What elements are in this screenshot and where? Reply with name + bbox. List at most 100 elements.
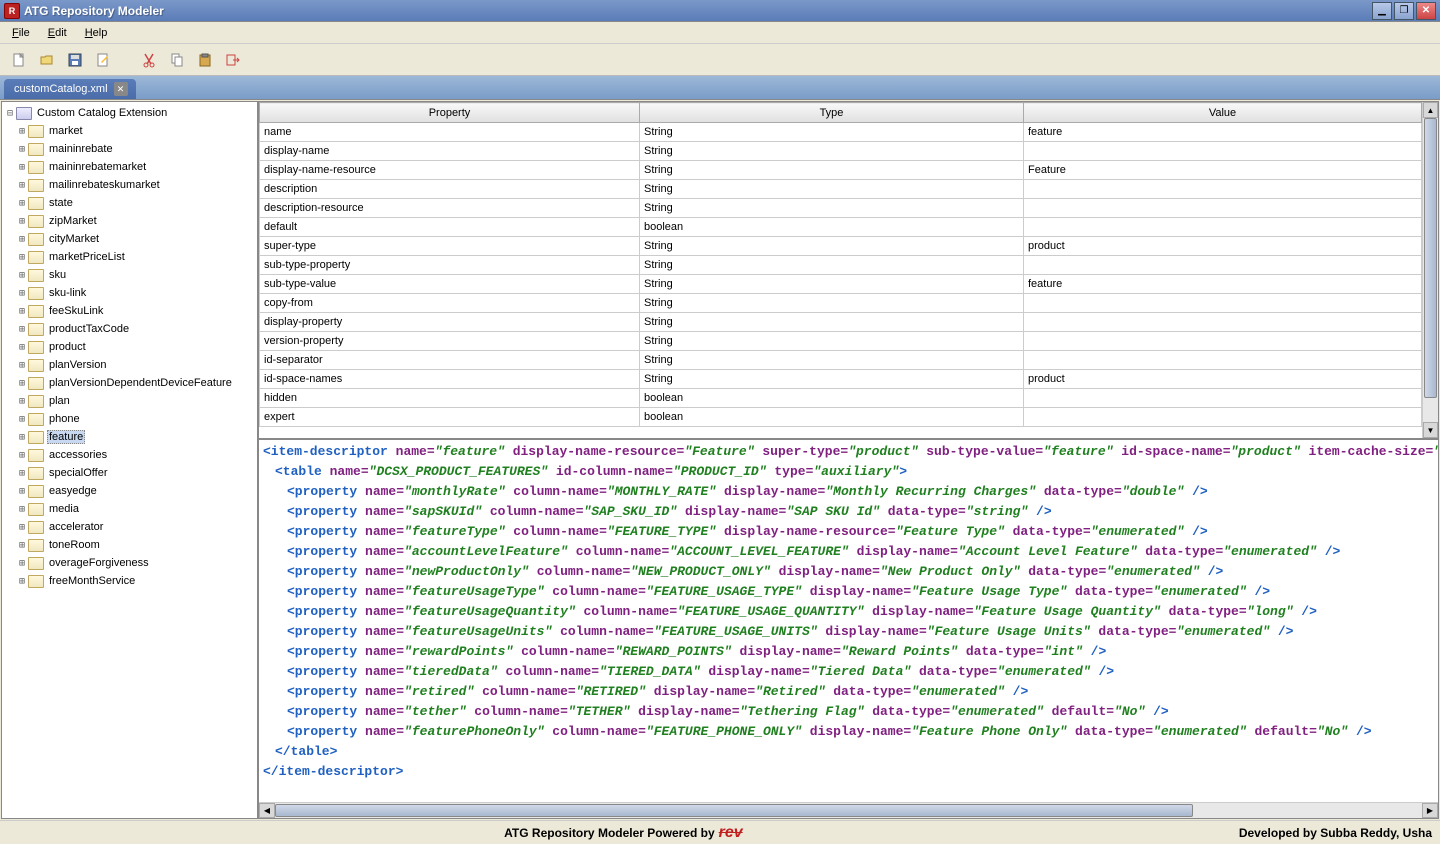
cell-property[interactable]: copy-from bbox=[260, 294, 640, 313]
cell-type[interactable]: String bbox=[640, 294, 1024, 313]
toggle-icon[interactable]: ⊞ bbox=[16, 270, 28, 281]
toggle-icon[interactable]: ⊞ bbox=[16, 180, 28, 191]
tree-item-planVersionDependentDeviceFeature[interactable]: ⊞planVersionDependentDeviceFeature bbox=[4, 374, 255, 392]
tree-item-sku-link[interactable]: ⊞sku-link bbox=[4, 284, 255, 302]
toggle-icon[interactable]: ⊞ bbox=[16, 252, 28, 263]
tree-item-zipMarket[interactable]: ⊞zipMarket bbox=[4, 212, 255, 230]
cell-property[interactable]: version-property bbox=[260, 332, 640, 351]
cell-property[interactable]: hidden bbox=[260, 389, 640, 408]
property-table[interactable]: Property Type Value nameStringfeaturedis… bbox=[259, 102, 1422, 427]
cell-value[interactable] bbox=[1024, 351, 1422, 370]
tree-item-mailinrebateskumarket[interactable]: ⊞mailinrebateskumarket bbox=[4, 176, 255, 194]
toggle-icon[interactable]: ⊞ bbox=[16, 342, 28, 353]
scroll-up-icon[interactable]: ▲ bbox=[1423, 102, 1438, 118]
toggle-icon[interactable]: ⊞ bbox=[16, 414, 28, 425]
cell-type[interactable]: String bbox=[640, 142, 1024, 161]
table-row[interactable]: id-separatorString bbox=[260, 351, 1422, 370]
table-row[interactable]: expertboolean bbox=[260, 408, 1422, 427]
table-row[interactable]: id-space-namesStringproduct bbox=[260, 370, 1422, 389]
cell-type[interactable]: String bbox=[640, 351, 1024, 370]
toggle-icon[interactable]: ⊞ bbox=[16, 216, 28, 227]
cell-type[interactable]: String bbox=[640, 161, 1024, 180]
cell-type[interactable]: String bbox=[640, 123, 1024, 142]
tree-item-maininrebate[interactable]: ⊞maininrebate bbox=[4, 140, 255, 158]
tree-item-cityMarket[interactable]: ⊞cityMarket bbox=[4, 230, 255, 248]
scroll-right-icon[interactable]: ▶ bbox=[1422, 803, 1438, 818]
cell-value[interactable] bbox=[1024, 408, 1422, 427]
col-type[interactable]: Type bbox=[640, 103, 1024, 123]
cell-property[interactable]: sub-type-property bbox=[260, 256, 640, 275]
cell-type[interactable]: boolean bbox=[640, 389, 1024, 408]
cell-property[interactable]: name bbox=[260, 123, 640, 142]
tree-item-overageForgiveness[interactable]: ⊞overageForgiveness bbox=[4, 554, 255, 572]
tree-item-marketPriceList[interactable]: ⊞marketPriceList bbox=[4, 248, 255, 266]
cut-icon[interactable] bbox=[138, 49, 160, 71]
table-row[interactable]: nameStringfeature bbox=[260, 123, 1422, 142]
table-row[interactable]: super-typeStringproduct bbox=[260, 237, 1422, 256]
toggle-icon[interactable]: ⊞ bbox=[16, 288, 28, 299]
tree-item-media[interactable]: ⊞media bbox=[4, 500, 255, 518]
tree-item-planVersion[interactable]: ⊞planVersion bbox=[4, 356, 255, 374]
open-icon[interactable] bbox=[36, 49, 58, 71]
toggle-icon[interactable]: ⊞ bbox=[16, 144, 28, 155]
toggle-icon[interactable]: ⊟ bbox=[4, 108, 16, 119]
table-row[interactable]: description-resourceString bbox=[260, 199, 1422, 218]
scroll-thumb[interactable] bbox=[275, 804, 1193, 817]
toggle-icon[interactable]: ⊞ bbox=[16, 576, 28, 587]
toggle-icon[interactable]: ⊞ bbox=[16, 198, 28, 209]
toggle-icon[interactable]: ⊞ bbox=[16, 126, 28, 137]
tree-item-productTaxCode[interactable]: ⊞productTaxCode bbox=[4, 320, 255, 338]
cell-type[interactable]: String bbox=[640, 275, 1024, 294]
tree-panel[interactable]: ⊟Custom Catalog Extension⊞market⊞maininr… bbox=[2, 102, 259, 818]
tree-item-easyedge[interactable]: ⊞easyedge bbox=[4, 482, 255, 500]
copy-icon[interactable] bbox=[166, 49, 188, 71]
tree-item-sku[interactable]: ⊞sku bbox=[4, 266, 255, 284]
col-property[interactable]: Property bbox=[260, 103, 640, 123]
tree-item-freeMonthService[interactable]: ⊞freeMonthService bbox=[4, 572, 255, 590]
paste-icon[interactable] bbox=[194, 49, 216, 71]
table-row[interactable]: version-propertyString bbox=[260, 332, 1422, 351]
cell-value[interactable] bbox=[1024, 256, 1422, 275]
scroll-thumb[interactable] bbox=[1424, 118, 1437, 398]
menu-edit[interactable]: Edit bbox=[40, 25, 75, 41]
tree-root[interactable]: ⊟Custom Catalog Extension bbox=[4, 104, 255, 122]
xml-scroll[interactable]: <item-descriptor name="feature" display-… bbox=[259, 440, 1438, 802]
cell-type[interactable]: String bbox=[640, 313, 1024, 332]
cell-value[interactable]: Feature bbox=[1024, 161, 1422, 180]
toggle-icon[interactable]: ⊞ bbox=[16, 162, 28, 173]
cell-value[interactable] bbox=[1024, 142, 1422, 161]
cell-type[interactable]: String bbox=[640, 180, 1024, 199]
tree-item-maininrebatemarket[interactable]: ⊞maininrebatemarket bbox=[4, 158, 255, 176]
cell-property[interactable]: description-resource bbox=[260, 199, 640, 218]
table-row[interactable]: display-name-resourceStringFeature bbox=[260, 161, 1422, 180]
tree-item-feature[interactable]: ⊞feature bbox=[4, 428, 255, 446]
tree-item-product[interactable]: ⊞product bbox=[4, 338, 255, 356]
toggle-icon[interactable]: ⊞ bbox=[16, 306, 28, 317]
toggle-icon[interactable]: ⊞ bbox=[16, 360, 28, 371]
cell-property[interactable]: id-space-names bbox=[260, 370, 640, 389]
cell-type[interactable]: String bbox=[640, 256, 1024, 275]
cell-property[interactable]: display-property bbox=[260, 313, 640, 332]
cell-property[interactable]: display-name bbox=[260, 142, 640, 161]
cell-property[interactable]: default bbox=[260, 218, 640, 237]
cell-type[interactable]: String bbox=[640, 237, 1024, 256]
edit-icon[interactable] bbox=[92, 49, 114, 71]
cell-value[interactable] bbox=[1024, 332, 1422, 351]
xml-hscrollbar[interactable]: ◀ ▶ bbox=[259, 802, 1438, 818]
cell-type[interactable]: String bbox=[640, 370, 1024, 389]
save-icon[interactable] bbox=[64, 49, 86, 71]
table-row[interactable]: display-propertyString bbox=[260, 313, 1422, 332]
toggle-icon[interactable]: ⊞ bbox=[16, 522, 28, 533]
table-row[interactable]: hiddenboolean bbox=[260, 389, 1422, 408]
toggle-icon[interactable]: ⊞ bbox=[16, 540, 28, 551]
tree-item-phone[interactable]: ⊞phone bbox=[4, 410, 255, 428]
table-vscrollbar[interactable]: ▲ ▼ bbox=[1422, 102, 1438, 438]
cell-property[interactable]: id-separator bbox=[260, 351, 640, 370]
cell-property[interactable]: sub-type-value bbox=[260, 275, 640, 294]
tree-item-plan[interactable]: ⊞plan bbox=[4, 392, 255, 410]
cell-property[interactable]: display-name-resource bbox=[260, 161, 640, 180]
cell-value[interactable] bbox=[1024, 199, 1422, 218]
cell-value[interactable]: product bbox=[1024, 237, 1422, 256]
toggle-icon[interactable]: ⊞ bbox=[16, 396, 28, 407]
new-icon[interactable] bbox=[8, 49, 30, 71]
